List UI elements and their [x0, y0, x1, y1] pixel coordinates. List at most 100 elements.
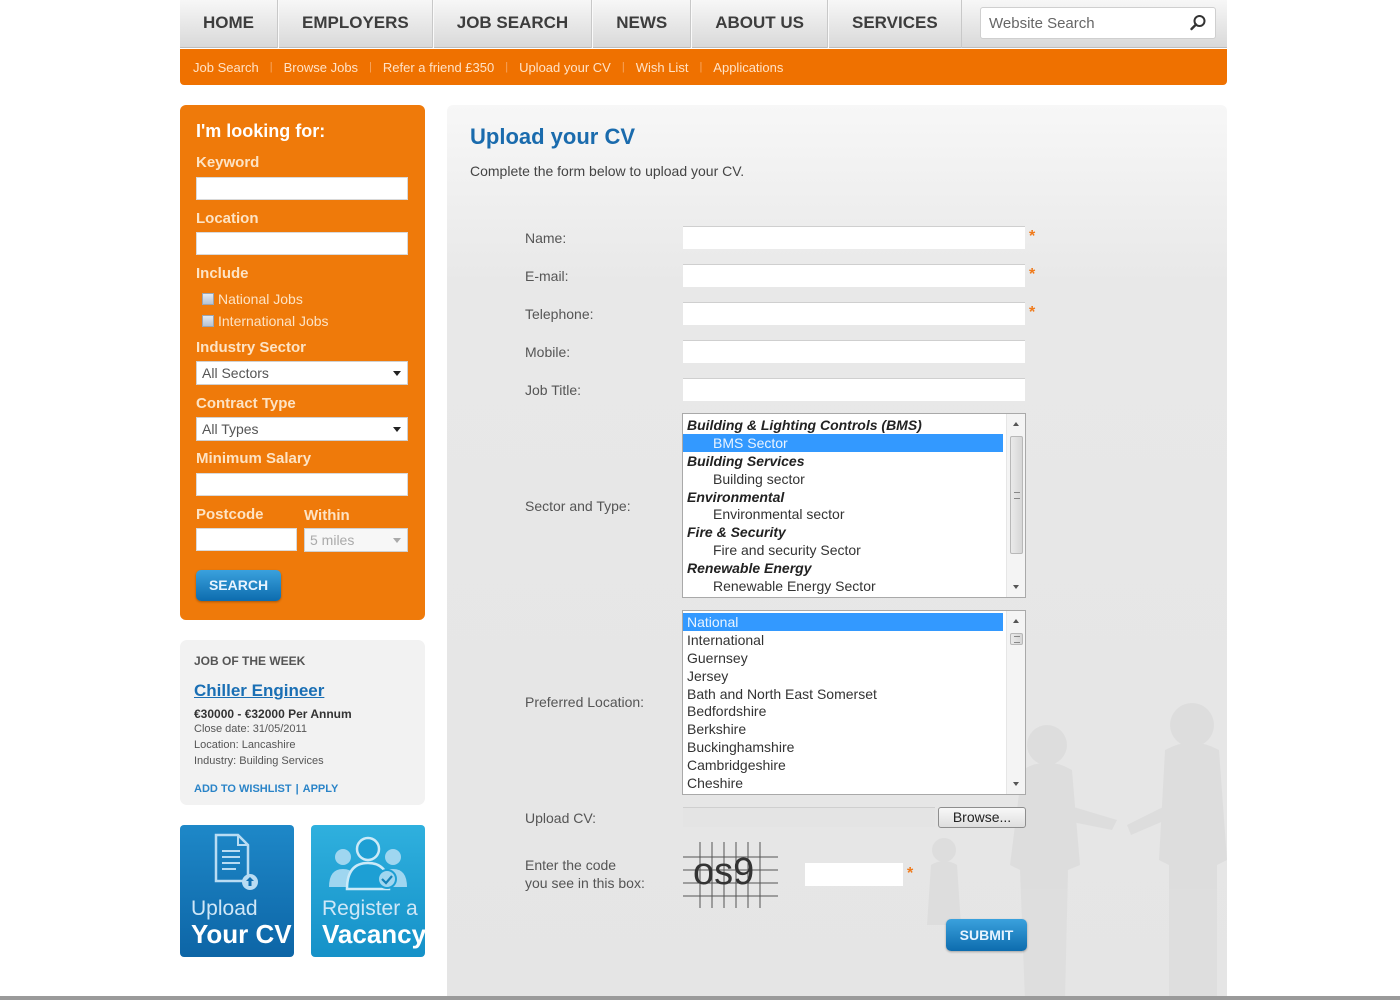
within-value: 5 miles — [310, 532, 355, 548]
location-option[interactable]: Bedfordshire — [683, 702, 1003, 720]
captcha-image: os9 — [683, 840, 783, 910]
location-option[interactable]: Cambridgeshire — [683, 756, 1003, 774]
subnav-job-search[interactable]: Job Search — [193, 60, 259, 75]
upload-cv-label: Upload CV: — [525, 810, 597, 826]
nav-employers[interactable]: EMPLOYERS — [278, 0, 433, 48]
preferred-location-listbox[interactable]: National International Guernsey Jersey B… — [682, 610, 1026, 795]
nav-job-search[interactable]: JOB SEARCH — [432, 0, 593, 48]
website-search — [980, 7, 1216, 39]
contract-type-value: All Types — [202, 421, 259, 437]
sector-listbox[interactable]: Building & Lighting Controls (BMS) BMS S… — [682, 413, 1026, 598]
chevron-down-icon — [393, 371, 401, 376]
scroll-down-arrow-icon[interactable] — [1013, 782, 1019, 786]
location-option-selected[interactable]: National — [683, 613, 1003, 631]
subnav-browse-jobs[interactable]: Browse Jobs — [284, 60, 358, 75]
submit-button[interactable]: SUBMIT — [946, 919, 1027, 951]
location-option[interactable]: Bath and North East Somerset — [683, 685, 1003, 703]
captcha-code: os9 — [693, 851, 755, 893]
contract-type-label: Contract Type — [196, 395, 296, 412]
search-button[interactable]: SEARCH — [196, 570, 281, 601]
sub-navigation: Job Search | Browse Jobs | Refer a frien… — [180, 49, 1227, 85]
search-panel-title: I'm looking for: — [196, 121, 326, 141]
required-marker: * — [1029, 228, 1036, 245]
captcha-input[interactable] — [805, 863, 903, 886]
sector-group-option: Fire & Security — [687, 524, 786, 541]
search-icon[interactable] — [1189, 14, 1207, 32]
telephone-input[interactable] — [683, 302, 1025, 325]
required-marker: * — [1029, 304, 1036, 321]
telephone-label: Telephone: — [525, 306, 594, 322]
subnav-separator: | — [505, 61, 509, 73]
job-of-the-week-heading: JOB OF THE WEEK — [194, 654, 306, 668]
subnav-refer-a-friend[interactable]: Refer a friend £350 — [383, 60, 494, 75]
location-option[interactable]: Jersey — [683, 667, 1003, 685]
upload-cv-form-panel: Upload your CV Complete the form below t… — [447, 105, 1227, 1000]
apply-link[interactable]: APPLY — [303, 783, 339, 795]
subnav-applications[interactable]: Applications — [713, 60, 783, 75]
location-option[interactable]: Buckinghamshire — [683, 738, 1003, 756]
within-select[interactable]: 5 miles — [304, 528, 408, 552]
chevron-down-icon — [393, 427, 401, 432]
national-jobs-label: National Jobs — [218, 291, 303, 307]
main-navigation: HOME EMPLOYERS JOB SEARCH NEWS ABOUT US … — [180, 0, 1227, 48]
keyword-input[interactable] — [196, 177, 408, 200]
postcode-input[interactable] — [196, 528, 297, 551]
subnav-separator: | — [621, 61, 625, 73]
upload-cv-tile[interactable]: Upload Your CV — [180, 825, 294, 957]
industry-sector-select[interactable]: All Sectors — [196, 361, 408, 385]
sector-option[interactable]: Building sector — [683, 470, 1003, 488]
upload-cv-file-field[interactable] — [683, 807, 935, 827]
sector-label: Sector and Type: — [525, 498, 631, 514]
required-marker: * — [907, 865, 914, 882]
subnav-upload-cv[interactable]: Upload your CV — [519, 60, 611, 75]
name-input[interactable] — [683, 226, 1025, 249]
sector-option-selected[interactable]: BMS Sector — [683, 433, 1003, 452]
sector-scrollbar[interactable] — [1006, 414, 1025, 597]
subnav-wish-list[interactable]: Wish List — [636, 60, 689, 75]
location-option[interactable]: Berkshire — [683, 720, 1003, 738]
job-title-input[interactable] — [683, 378, 1025, 401]
nav-news[interactable]: NEWS — [592, 0, 692, 48]
register-tile-line2: Vacancy — [322, 919, 427, 949]
job-salary: €30000 - €32000 Per Annum — [194, 707, 352, 721]
add-to-wishlist-link[interactable]: ADD TO WISHLIST — [194, 783, 292, 795]
job-title-link[interactable]: Chiller Engineer — [194, 681, 411, 701]
nav-about-us[interactable]: ABOUT US — [691, 0, 828, 48]
location-option[interactable]: Guernsey — [683, 649, 1003, 667]
location-option[interactable]: International — [683, 631, 1003, 649]
keyword-label: Keyword — [196, 154, 260, 171]
contract-type-select[interactable]: All Types — [196, 417, 408, 441]
scroll-down-arrow-icon[interactable] — [1013, 585, 1019, 589]
national-jobs-checkbox[interactable] — [202, 293, 214, 305]
browse-button[interactable]: Browse... — [938, 807, 1026, 828]
minimum-salary-label: Minimum Salary — [196, 450, 312, 467]
email-input[interactable] — [683, 264, 1025, 287]
scroll-up-arrow-icon[interactable] — [1013, 422, 1019, 426]
upload-tile-line1: Upload — [191, 897, 258, 920]
job-of-the-week: JOB OF THE WEEK Chiller Engineer €30000 … — [180, 640, 425, 805]
window-bottom-edge — [0, 996, 1400, 1000]
nav-home[interactable]: HOME — [180, 0, 278, 48]
sector-option[interactable]: Fire and security Sector — [683, 541, 1003, 559]
mobile-input[interactable] — [683, 340, 1025, 363]
job-title-label: Job Title: — [525, 382, 582, 398]
international-jobs-checkbox[interactable] — [202, 315, 214, 327]
sector-option[interactable]: Renewable Energy Sector — [683, 577, 1003, 595]
within-label: Within — [304, 507, 350, 524]
register-vacancy-tile[interactable]: Register a Vacancy — [311, 825, 427, 957]
sector-option[interactable]: Environmental sector — [683, 505, 1003, 523]
website-search-input[interactable] — [981, 8, 1181, 38]
national-jobs-option: National Jobs — [202, 291, 303, 307]
international-jobs-label: International Jobs — [218, 313, 329, 329]
scrollbar-thumb[interactable] — [1010, 633, 1023, 645]
location-input[interactable] — [196, 232, 408, 255]
scroll-up-arrow-icon[interactable] — [1013, 619, 1019, 623]
register-tile-line1: Register a — [322, 897, 418, 920]
form-intro: Complete the form below to upload your C… — [470, 163, 745, 179]
location-option[interactable]: Cheshire — [683, 774, 1003, 792]
scrollbar-thumb[interactable] — [1010, 436, 1023, 554]
sector-group-option: Environmental — [687, 488, 785, 505]
minimum-salary-input[interactable] — [196, 473, 408, 496]
location-scrollbar[interactable] — [1006, 611, 1025, 794]
nav-services[interactable]: SERVICES — [828, 0, 962, 48]
